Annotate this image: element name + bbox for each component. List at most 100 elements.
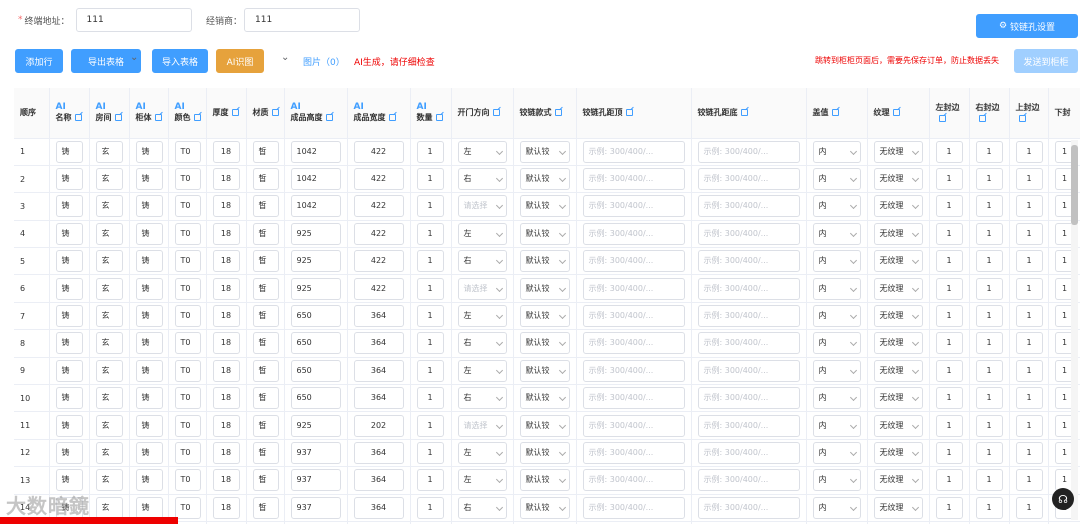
top-edge-input[interactable]: 1 bbox=[1015, 441, 1043, 464]
top-edge-input[interactable]: 1 bbox=[1015, 305, 1043, 328]
thickness-input[interactable]: 18 bbox=[212, 195, 240, 218]
edit-icon[interactable] bbox=[271, 108, 279, 116]
edit-icon[interactable] bbox=[492, 108, 500, 116]
top-edge-input[interactable]: 1 bbox=[1015, 332, 1043, 355]
height-input[interactable]: 650 bbox=[290, 359, 341, 382]
name-input[interactable]: 铸 bbox=[55, 277, 83, 300]
add-row-button[interactable]: 添加行 bbox=[15, 49, 63, 73]
hinge-top-input[interactable]: 示例: 300/400/... bbox=[582, 140, 685, 163]
left-edge-input[interactable]: 1 bbox=[935, 414, 963, 437]
hinge-style-select[interactable]: 默认铰 bbox=[519, 332, 570, 355]
texture-select[interactable]: 无纹理 bbox=[873, 359, 923, 382]
material-input[interactable]: 晳 bbox=[252, 277, 279, 300]
cover-select[interactable]: 内 bbox=[812, 305, 861, 328]
texture-select[interactable]: 无纹理 bbox=[873, 414, 923, 437]
name-input[interactable]: 铸 bbox=[55, 414, 83, 437]
room-input[interactable]: 玄 bbox=[95, 387, 123, 410]
cabinet-input[interactable]: 铸 bbox=[135, 414, 163, 437]
edit-icon[interactable] bbox=[978, 115, 986, 123]
right-edge-input[interactable]: 1 bbox=[975, 277, 1003, 300]
cover-select[interactable]: 内 bbox=[812, 414, 861, 437]
texture-select[interactable]: 无纹理 bbox=[873, 441, 923, 464]
edit-icon[interactable] bbox=[231, 108, 239, 116]
hinge-bottom-input[interactable]: 示例: 300/400/... bbox=[697, 387, 800, 410]
room-input[interactable]: 玄 bbox=[95, 359, 123, 382]
dealer-input[interactable]: 111 bbox=[244, 8, 361, 32]
color-input[interactable]: T0 bbox=[174, 414, 201, 437]
top-edge-input[interactable]: 1 bbox=[1015, 277, 1043, 300]
material-input[interactable]: 晳 bbox=[252, 496, 279, 519]
hinge-top-input[interactable]: 示例: 300/400/... bbox=[582, 250, 685, 273]
right-edge-input[interactable]: 1 bbox=[975, 140, 1003, 163]
door-direction-select[interactable]: 右 bbox=[457, 332, 507, 355]
color-input[interactable]: T0 bbox=[174, 250, 201, 273]
thickness-input[interactable]: 18 bbox=[212, 277, 240, 300]
cover-select[interactable]: 内 bbox=[812, 140, 861, 163]
color-input[interactable]: T0 bbox=[174, 277, 201, 300]
right-edge-input[interactable]: 1 bbox=[975, 414, 1003, 437]
left-edge-input[interactable]: 1 bbox=[935, 359, 963, 382]
height-input[interactable]: 925 bbox=[290, 222, 341, 245]
cabinet-input[interactable]: 铸 bbox=[135, 496, 163, 519]
hinge-top-input[interactable]: 示例: 300/400/... bbox=[582, 222, 685, 245]
room-input[interactable]: 玄 bbox=[95, 332, 123, 355]
color-input[interactable]: T0 bbox=[174, 359, 201, 382]
material-input[interactable]: 晳 bbox=[252, 332, 279, 355]
room-input[interactable]: 玄 bbox=[95, 277, 123, 300]
hinge-top-input[interactable]: 示例: 300/400/... bbox=[582, 359, 685, 382]
hinge-top-input[interactable]: 示例: 300/400/... bbox=[582, 305, 685, 328]
edit-icon[interactable] bbox=[938, 115, 946, 123]
headset-icon[interactable]: ☊ bbox=[1052, 488, 1074, 510]
edit-icon[interactable] bbox=[435, 113, 443, 121]
right-edge-input[interactable]: 1 bbox=[975, 250, 1003, 273]
height-input[interactable]: 925 bbox=[290, 250, 341, 273]
right-edge-input[interactable]: 1 bbox=[975, 305, 1003, 328]
color-input[interactable]: T0 bbox=[174, 496, 201, 519]
quantity-input[interactable]: 1 bbox=[416, 305, 444, 328]
top-edge-input[interactable]: 1 bbox=[1015, 140, 1043, 163]
color-input[interactable]: T0 bbox=[174, 441, 201, 464]
left-edge-input[interactable]: 1 bbox=[935, 332, 963, 355]
quantity-input[interactable]: 1 bbox=[416, 441, 444, 464]
cover-select[interactable]: 内 bbox=[812, 168, 861, 191]
hinge-bottom-input[interactable]: 示例: 300/400/... bbox=[697, 332, 800, 355]
vertical-scrollbar[interactable] bbox=[1071, 140, 1078, 520]
cabinet-input[interactable]: 铸 bbox=[135, 305, 163, 328]
cabinet-input[interactable]: 铸 bbox=[135, 469, 163, 492]
left-edge-input[interactable]: 1 bbox=[935, 305, 963, 328]
quantity-input[interactable]: 1 bbox=[416, 195, 444, 218]
right-edge-input[interactable]: 1 bbox=[975, 469, 1003, 492]
thickness-input[interactable]: 18 bbox=[212, 496, 240, 519]
cover-select[interactable]: 内 bbox=[812, 332, 861, 355]
left-edge-input[interactable]: 1 bbox=[935, 496, 963, 519]
hinge-style-select[interactable]: 默认铰 bbox=[519, 305, 570, 328]
texture-select[interactable]: 无纹理 bbox=[873, 469, 923, 492]
hinge-bottom-input[interactable]: 示例: 300/400/... bbox=[697, 469, 800, 492]
width-input[interactable]: 422 bbox=[353, 250, 404, 273]
hinge-bottom-input[interactable]: 示例: 300/400/... bbox=[697, 140, 800, 163]
hinge-settings-button[interactable]: ⚙ 铰链孔设置 bbox=[976, 14, 1078, 38]
thickness-input[interactable]: 18 bbox=[212, 140, 240, 163]
hinge-bottom-input[interactable]: 示例: 300/400/... bbox=[697, 414, 800, 437]
thickness-input[interactable]: 18 bbox=[212, 441, 240, 464]
edit-icon[interactable] bbox=[740, 108, 748, 116]
material-input[interactable]: 晳 bbox=[252, 222, 279, 245]
width-input[interactable]: 422 bbox=[353, 168, 404, 191]
top-edge-input[interactable]: 1 bbox=[1015, 222, 1043, 245]
texture-select[interactable]: 无纹理 bbox=[873, 387, 923, 410]
cabinet-input[interactable]: 铸 bbox=[135, 222, 163, 245]
right-edge-input[interactable]: 1 bbox=[975, 359, 1003, 382]
room-input[interactable]: 玄 bbox=[95, 140, 123, 163]
quantity-input[interactable]: 1 bbox=[416, 414, 444, 437]
top-edge-input[interactable]: 1 bbox=[1015, 469, 1043, 492]
cover-select[interactable]: 内 bbox=[812, 496, 861, 519]
top-edge-input[interactable]: 1 bbox=[1015, 496, 1043, 519]
images-link[interactable]: 图片（0） bbox=[303, 55, 345, 68]
color-input[interactable]: T0 bbox=[174, 168, 201, 191]
cover-select[interactable]: 内 bbox=[812, 359, 861, 382]
hinge-top-input[interactable]: 示例: 300/400/... bbox=[582, 332, 685, 355]
quantity-input[interactable]: 1 bbox=[416, 250, 444, 273]
quantity-input[interactable]: 1 bbox=[416, 332, 444, 355]
cover-select[interactable]: 内 bbox=[812, 441, 861, 464]
name-input[interactable]: 铸 bbox=[55, 305, 83, 328]
